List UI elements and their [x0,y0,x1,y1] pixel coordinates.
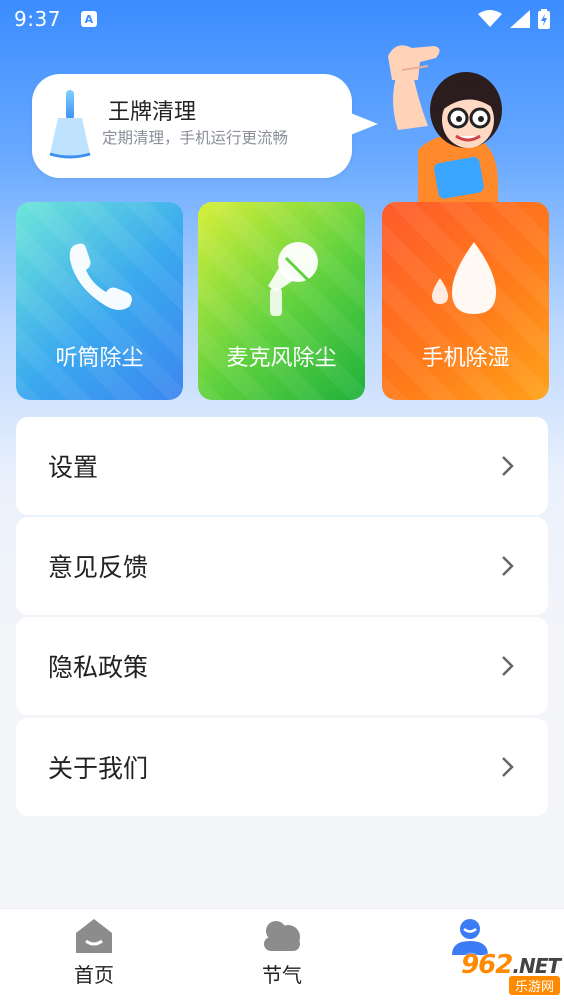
watermark-number: 962 [461,950,513,980]
menu-label: 关于我们 [48,754,149,783]
chevron-right-icon [502,757,514,777]
notification-icon: A [80,11,97,27]
watermark-text: 乐游网 [508,976,560,995]
watermark-suffix: .NET [512,954,561,978]
menu-item-feedback[interactable]: 意见反馈 [16,517,548,615]
feature-label-microphone: 麦克风除尘 [226,346,337,371]
menu-label: 意见反馈 [48,553,149,582]
nav-tab-solar-terms[interactable]: 节气 [222,909,342,1004]
feature-label-earpiece: 听筒除尘 [55,346,144,371]
bubble-tail [348,112,378,136]
status-time: 9:37 [14,7,61,31]
chevron-right-icon [502,656,514,676]
menu-label: 隐私政策 [48,653,149,682]
broom-icon [49,90,91,159]
banner-title: 王牌清理 [108,100,197,125]
feature-card-microphone[interactable]: 麦克风除尘 [198,202,365,400]
status-bar: 9:37 A [0,0,564,38]
water-drop-icon [431,242,496,314]
nav-tab-home[interactable]: 首页 [34,909,154,1004]
cloud-icon [264,921,300,951]
menu-item-settings[interactable]: 设置 [16,417,548,515]
chevron-right-icon [502,456,514,476]
microphone-icon [267,242,318,316]
mascot-illustration [388,45,502,204]
home-icon [76,919,112,953]
wifi-icon [478,10,502,27]
chevron-right-icon [502,556,514,576]
site-watermark: 962.NET 乐游网 [424,950,561,1000]
nav-label-solar-terms: 节气 [262,963,302,987]
menu-item-privacy[interactable]: 隐私政策 [16,617,548,715]
feature-card-earpiece[interactable]: 听筒除尘 [16,202,183,400]
menu-label: 设置 [48,453,99,482]
nav-label-home: 首页 [74,963,114,987]
banner-subtitle: 定期清理，手机运行更流畅 [102,129,289,147]
menu-item-about[interactable]: 关于我们 [16,718,548,816]
phone-receiver-icon [69,243,132,310]
signal-icon [510,10,530,28]
feature-card-dehumidify[interactable]: 手机除湿 [382,202,549,400]
feature-label-dehumidify: 手机除湿 [421,346,510,371]
battery-charging-icon [538,9,550,29]
